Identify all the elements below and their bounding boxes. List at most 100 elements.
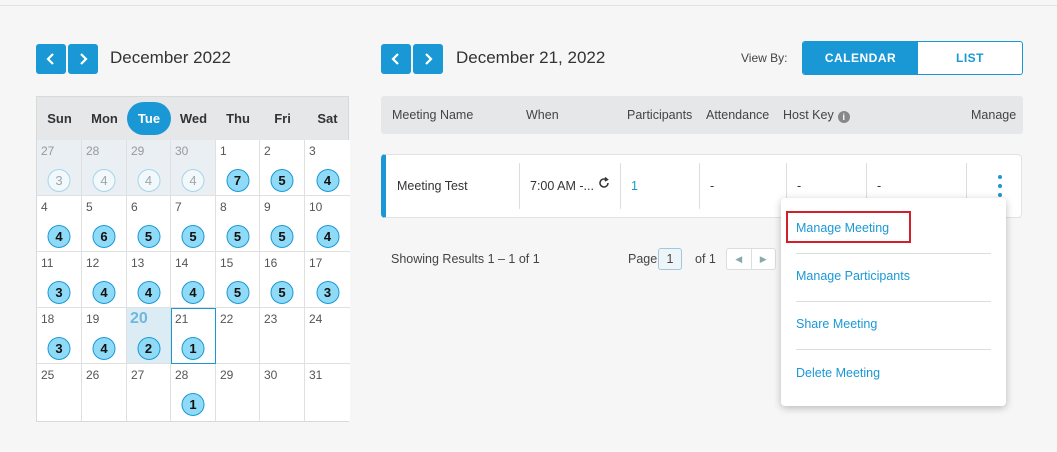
meeting-count-badge[interactable]: 5 <box>270 225 294 248</box>
day-number: 26 <box>86 368 100 382</box>
meeting-when: 7:00 AM -... <box>530 179 594 193</box>
meeting-count-badge[interactable]: 5 <box>226 225 249 248</box>
calendar-day-cell[interactable]: 16 5 <box>260 252 305 308</box>
calendar-day-cell[interactable]: 25 <box>260 140 305 196</box>
meeting-count-badge[interactable]: 4 <box>316 225 339 248</box>
calendar-day-cell[interactable]: 26 <box>82 364 127 421</box>
col-attendance: Attendance <box>706 108 770 122</box>
meeting-count-badge[interactable]: 4 <box>316 169 339 192</box>
prev-day-button[interactable] <box>381 44 411 74</box>
calendar-day-cell[interactable]: 19 4 <box>82 308 127 364</box>
day-number: 8 <box>220 200 227 214</box>
calendar-day-cell[interactable]: 29 4 <box>127 140 171 196</box>
calendar-day-cell[interactable]: 13 4 <box>127 252 171 308</box>
calendar-day-cell[interactable]: 24 <box>305 308 350 364</box>
next-page-button[interactable]: ▶ <box>752 249 776 269</box>
day-number: 4 <box>41 200 48 214</box>
meeting-count-badge[interactable]: 4 <box>92 337 116 360</box>
more-options-icon[interactable] <box>997 175 1003 197</box>
calendar-day-cell[interactable]: 34 <box>305 140 350 196</box>
calendar-day-cell[interactable]: 12 4 <box>82 252 127 308</box>
meeting-count-badge[interactable]: 5 <box>137 225 160 248</box>
calendar-day-cell[interactable]: 23 <box>260 308 305 364</box>
menu-item-share-meeting[interactable]: Share Meeting <box>796 317 877 331</box>
calendar-day-cell[interactable]: 17 <box>216 140 260 196</box>
meeting-count-badge[interactable]: 5 <box>270 169 294 192</box>
meeting-count-badge[interactable]: 6 <box>92 225 116 248</box>
meeting-count-badge[interactable]: 4 <box>92 281 116 304</box>
calendar-day-cell[interactable]: 10 4 <box>305 196 350 252</box>
menu-item-manage-meeting[interactable]: Manage Meeting <box>796 221 889 235</box>
meeting-count-badge[interactable]: 3 <box>47 337 71 360</box>
calendar-day-cell[interactable]: 31 <box>305 364 350 421</box>
next-day-button[interactable] <box>413 44 443 74</box>
calendar-day-cell[interactable]: 30 <box>260 364 305 421</box>
calendar-day-cell[interactable]: 21 1 <box>171 308 216 364</box>
view-calendar-button[interactable]: CALENDAR <box>803 42 918 74</box>
today-weekday-pill: Tue <box>127 102 171 135</box>
calendar-day-cell[interactable]: 27 <box>127 364 171 421</box>
calendar-day-cell[interactable]: 95 <box>260 196 305 252</box>
calendar-day-cell[interactable]: 15 5 <box>216 252 260 308</box>
mini-calendar: Sun Mon Tue Wed Thu Fri Sat 27 3 28 4 29 4 30 4 1 7 2 5 3 4… <box>36 96 350 422</box>
day-number: 7 <box>175 200 182 214</box>
month-title: December 2022 <box>110 48 231 67</box>
meeting-count-badge[interactable]: 7 <box>226 169 249 192</box>
meeting-count-badge[interactable]: 3 <box>47 169 71 192</box>
meeting-count-badge[interactable]: 1 <box>181 337 205 360</box>
view-list-button[interactable]: LIST <box>918 42 1022 74</box>
calendar-day-cell[interactable]: 75 <box>171 196 216 252</box>
col-meeting-name: Meeting Name <box>392 108 474 122</box>
day-number: 30 <box>264 368 278 382</box>
calendar-day-cell[interactable]: 22 <box>216 308 260 364</box>
meeting-count-badge[interactable]: 1 <box>181 393 205 416</box>
prev-month-button[interactable] <box>36 44 66 74</box>
next-month-button[interactable] <box>68 44 98 74</box>
calendar-day-cell[interactable]: 28 1 <box>171 364 216 421</box>
menu-item-manage-participants[interactable]: Manage Participants <box>796 269 910 283</box>
meeting-count-badge[interactable]: 4 <box>181 281 205 304</box>
calendar-day-cell[interactable]: 14 4 <box>171 252 216 308</box>
prev-page-button[interactable]: ◀ <box>727 249 752 269</box>
meeting-count-badge[interactable]: 5 <box>270 281 294 304</box>
calendar-day-cell[interactable]: 18 3 <box>37 308 82 364</box>
calendar-day-cell[interactable]: 56 <box>82 196 127 252</box>
meeting-count-badge[interactable]: 4 <box>137 281 160 304</box>
calendar-day-cell[interactable]: 25 <box>37 364 82 421</box>
menu-item-delete-meeting[interactable]: Delete Meeting <box>796 366 880 380</box>
day-number: 10 <box>309 200 323 214</box>
meeting-count-badge[interactable]: 4 <box>181 169 205 192</box>
meeting-count-badge[interactable]: 4 <box>47 225 71 248</box>
meeting-count-badge[interactable]: 4 <box>137 169 160 192</box>
pager-arrows: ◀ ▶ <box>726 248 776 270</box>
calendar-day-cell[interactable]: 11 3 <box>37 252 82 308</box>
day-number: 14 <box>175 256 189 270</box>
calendar-day-cell[interactable]: 85 <box>216 196 260 252</box>
meeting-name[interactable]: Meeting Test <box>397 179 468 193</box>
page-label: Page <box>628 252 658 266</box>
meeting-count-badge[interactable]: 5 <box>226 281 249 304</box>
day-number: 1 <box>220 144 227 158</box>
calendar-grid: 27 3 28 4 29 4 30 4 1 7 2 5 3 4 4 4 5 6 6 5 7 5 8 5 9 5 10 4 11 3 12 4 1… <box>37 140 350 421</box>
meeting-count-badge[interactable]: 2 <box>137 337 160 360</box>
participants-count-link[interactable]: 1 <box>631 179 638 193</box>
info-icon[interactable]: i <box>837 111 850 123</box>
column-divider <box>519 163 520 209</box>
calendar-day-cell[interactable]: 30 4 <box>171 140 216 196</box>
calendar-day-cell[interactable]: 29 <box>216 364 260 421</box>
calendar-day-cell[interactable]: 20 2 <box>127 308 171 364</box>
calendar-day-cell[interactable]: 65 <box>127 196 171 252</box>
calendar-day-cell[interactable]: 28 4 <box>82 140 127 196</box>
day-number: 29 <box>131 144 145 158</box>
meeting-count-badge[interactable]: 3 <box>316 281 339 304</box>
caret-left-icon: ◀ <box>735 253 743 264</box>
calendar-day-cell[interactable]: 17 3 <box>305 252 350 308</box>
meeting-count-badge[interactable]: 5 <box>181 225 205 248</box>
meeting-count-badge[interactable]: 4 <box>92 169 116 192</box>
calendar-day-cell[interactable]: 44 <box>37 196 82 252</box>
day-number: 2 <box>264 144 271 158</box>
day-number: 9 <box>264 200 271 214</box>
meeting-count-badge[interactable]: 3 <box>47 281 71 304</box>
calendar-day-cell[interactable]: 27 3 <box>37 140 82 196</box>
page-number-input[interactable]: 1 <box>658 248 682 270</box>
